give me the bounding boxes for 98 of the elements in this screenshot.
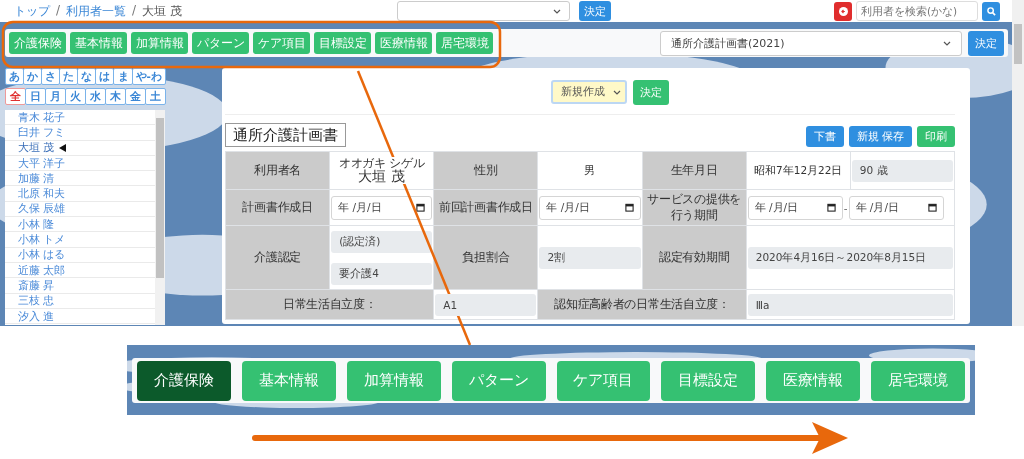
tab[interactable]: 介護保険 (9, 32, 66, 54)
user-list-item[interactable]: 三枝 忠 (5, 293, 155, 309)
date-field[interactable]: 年 /月/日 (539, 195, 641, 220)
filter-button[interactable]: ま (113, 68, 133, 85)
readonly-field: A1 (435, 293, 537, 316)
field-label: 前回計画書作成日 (439, 199, 533, 216)
range-separator: - (843, 201, 848, 214)
tab[interactable]: パターン (192, 32, 249, 54)
field-label: 認知症高齢者の日常生活自立度： (554, 296, 730, 313)
form-title: 通所介護計画書 (225, 123, 346, 147)
tab[interactable]: 加算情報 (346, 360, 441, 401)
field-label: 生年月日 (670, 162, 718, 179)
readonly-field: 2020年4月16日～2020年8月15日 (747, 246, 953, 269)
user-list-item[interactable]: 小林 トメ (5, 232, 155, 248)
back-button[interactable] (834, 1, 852, 21)
field-label: 利用者名 (254, 162, 301, 179)
readonly-field: (認定済) (331, 230, 433, 253)
search-field[interactable]: 利用者を検索(かな) (856, 1, 978, 21)
field-label: 認定有効期間 (659, 249, 730, 266)
chevron-down-icon (553, 8, 561, 14)
field-label: サービスの提供を 行う期間 (647, 192, 741, 224)
filter-button[interactable]: た (59, 68, 79, 85)
user-name: 大垣 茂 (358, 169, 405, 185)
tab[interactable]: 目標設定 (661, 360, 756, 401)
breadcrumb-separator: / (56, 2, 61, 19)
user-list-item[interactable]: 加藤 清 (5, 171, 155, 187)
plan-select[interactable]: 通所介護計画書(2021) (660, 30, 962, 56)
calendar-icon (927, 203, 937, 213)
scrollbar[interactable] (155, 110, 165, 325)
filter-button[interactable]: 水 (85, 88, 106, 105)
filter-button[interactable]: あ (5, 68, 25, 85)
search-button[interactable] (982, 1, 1000, 21)
readonly-field: 要介護4 (331, 262, 433, 285)
breadcrumb-link[interactable]: トップ (14, 2, 50, 20)
user-list-item[interactable]: 青木 花子 (5, 110, 155, 126)
decide-button[interactable]: 決定 (968, 30, 1004, 56)
user-list-item[interactable]: 臼井 フミ (5, 125, 155, 141)
user-list-item[interactable]: 小林 はる (5, 247, 155, 263)
tab[interactable]: パターン (451, 360, 546, 401)
breadcrumb-current: 大垣 茂 (142, 2, 182, 20)
decide-button[interactable]: 決定 (633, 80, 669, 105)
breadcrumb-separator: / (132, 2, 137, 19)
tab[interactable]: 加算情報 (131, 32, 188, 54)
filter-button[interactable]: は (95, 68, 115, 85)
readonly-field: 90 歳 (851, 159, 953, 182)
field-label: 負担割合 (462, 249, 510, 266)
filter-button[interactable]: や-わ (131, 68, 166, 85)
user-list-item[interactable]: 斎藤 昇 (5, 278, 155, 294)
action-button[interactable]: 印刷 (917, 126, 955, 147)
filter-button[interactable]: 月 (45, 88, 66, 105)
date-field[interactable]: 年 /月/日 (331, 195, 433, 220)
date-field[interactable]: 年 /月/日 (747, 195, 843, 220)
date-field[interactable]: 年 /月/日 (848, 195, 944, 220)
field-label: 介護認定 (254, 249, 301, 266)
filter-button[interactable]: 土 (145, 88, 166, 105)
readonly-field: Ⅲa (747, 293, 953, 316)
filter-button[interactable]: 木 (105, 88, 126, 105)
user-list-item[interactable]: 北原 和夫 (5, 186, 155, 202)
filter-button[interactable]: か (23, 68, 43, 85)
filter-button[interactable]: 金 (125, 88, 146, 105)
search-icon (986, 6, 996, 16)
readonly-field: 2割 (539, 246, 641, 269)
field-value: 男 (584, 163, 596, 176)
field-label: 計画書作成日 (242, 199, 313, 216)
calendar-icon (624, 203, 634, 213)
tab[interactable]: 居宅環境 (871, 360, 965, 401)
field-label: 日常生活自立度： (282, 296, 377, 313)
select-field[interactable] (397, 1, 570, 21)
tab[interactable]: 目標設定 (314, 32, 371, 54)
tab[interactable]: 介護保険 (137, 360, 231, 401)
field-label: 性別 (474, 162, 498, 179)
tab[interactable]: 基本情報 (70, 32, 127, 54)
tab[interactable]: 居宅環境 (436, 32, 493, 54)
tab[interactable]: ケア項目 (253, 32, 310, 54)
filter-button[interactable]: 日 (25, 88, 46, 105)
filter-button[interactable]: な (77, 68, 97, 85)
action-button[interactable]: 新規 保存 (848, 126, 912, 147)
mode-select[interactable]: 新規作成 (551, 80, 627, 104)
tab[interactable]: 医療情報 (375, 32, 432, 54)
action-button[interactable]: 下書 (805, 126, 844, 147)
filter-button[interactable]: さ (41, 68, 61, 85)
filter-button[interactable]: 火 (65, 88, 86, 105)
pointer-icon (58, 143, 66, 152)
tab[interactable]: 医療情報 (766, 360, 861, 401)
decide-button[interactable]: 決定 (579, 1, 611, 21)
calendar-icon (416, 203, 426, 213)
field-value: 昭和7年12月22日 (754, 163, 843, 176)
arrow-left-circle-icon (838, 6, 848, 16)
filter-button[interactable]: 全 (5, 88, 26, 105)
calendar-icon (826, 203, 836, 213)
chevron-down-icon (943, 40, 951, 46)
user-list-item[interactable]: 小林 隆 (5, 217, 155, 233)
chevron-down-icon (613, 89, 621, 95)
name-reading: オオガキ シゲル (339, 156, 425, 170)
scrollbar[interactable] (1012, 0, 1024, 326)
tab[interactable]: 基本情報 (241, 360, 336, 401)
breadcrumb-link[interactable]: 利用者一覧 (66, 2, 127, 20)
tab[interactable]: ケア項目 (556, 360, 651, 401)
